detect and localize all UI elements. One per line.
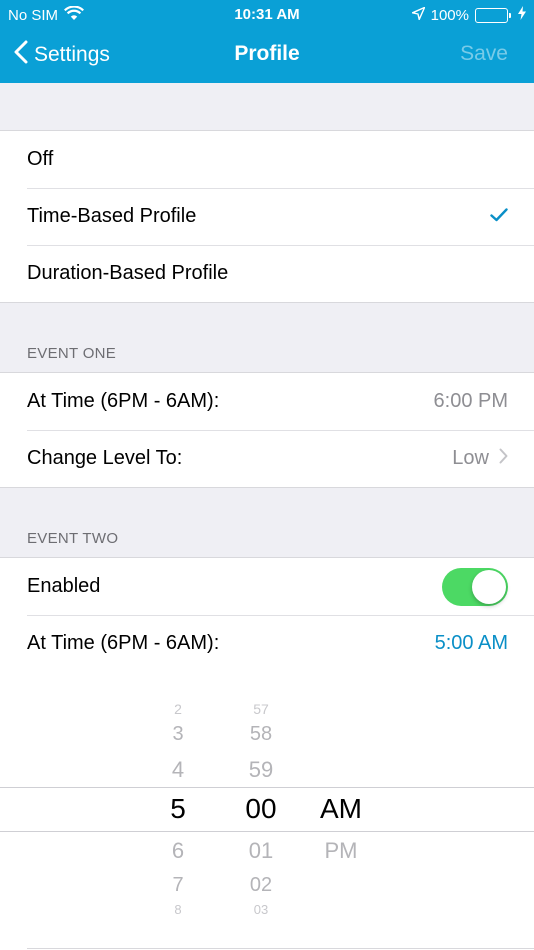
picker-period-selected: AM <box>320 793 362 824</box>
picker-hour-selected: 5 <box>170 793 186 824</box>
chevron-right-icon <box>499 447 508 470</box>
charging-bolt-icon <box>518 6 526 24</box>
at-time-value: 6:00 PM <box>433 390 508 412</box>
time-picker[interactable]: 2 3 4 5 6 7 8 57 58 59 00 01 02 03 AM PM <box>0 671 534 950</box>
event-two-list: Enabled At Time (6PM - 6AM): 5:00 AM <box>0 557 534 672</box>
option-label: Time-Based Profile <box>27 205 197 227</box>
picker-hour: 3 <box>172 723 184 745</box>
page-title: Profile <box>234 42 300 65</box>
navigation-header: No SIM 10:31 AM 100% Settings Profile Sa… <box>0 0 534 83</box>
picker-minute: 58 <box>249 723 273 745</box>
picker-hour: 7 <box>172 874 184 896</box>
event-two-header: EVENT TWO <box>27 530 119 547</box>
change-level-value: Low <box>452 447 489 469</box>
picker-period-column[interactable]: AM PM <box>306 671 376 950</box>
event-one-header: EVENT ONE <box>27 345 117 362</box>
profile-options-list: Off Time-Based Profile Duration-Based Pr… <box>0 130 534 303</box>
at-time-label: At Time (6PM - 6AM): <box>27 390 220 412</box>
picker-minute: 02 <box>249 874 273 896</box>
picker-minute: 03 <box>253 902 269 917</box>
picker-hour: 2 <box>174 701 182 717</box>
picker-hour: 4 <box>171 757 185 782</box>
picker-minute: 01 <box>248 838 274 863</box>
picker-minute: 57 <box>253 701 269 717</box>
enabled-toggle[interactable] <box>442 567 508 606</box>
at-time-label: At Time (6PM - 6AM): <box>27 632 220 654</box>
checkmark-icon <box>490 205 508 228</box>
option-off[interactable]: Off <box>0 131 534 188</box>
picker-hour: 6 <box>171 838 185 863</box>
battery-percent: 100% <box>430 6 469 24</box>
picker-hour-column[interactable]: 2 3 4 5 6 7 8 <box>148 671 208 950</box>
event-one-at-time-row[interactable]: At Time (6PM - 6AM): 6:00 PM <box>0 373 534 430</box>
status-bar: No SIM 10:31 AM 100% <box>0 0 534 30</box>
picker-minute-column[interactable]: 57 58 59 00 01 02 03 <box>226 671 296 950</box>
enabled-row: Enabled <box>0 558 534 615</box>
option-label: Off <box>27 148 54 170</box>
save-button[interactable]: Save <box>460 42 508 66</box>
option-time-based-profile[interactable]: Time-Based Profile <box>0 188 534 245</box>
location-arrow-icon <box>411 6 425 24</box>
event-one-list: At Time (6PM - 6AM): 6:00 PM Change Leve… <box>0 372 534 488</box>
picker-minute: 59 <box>248 757 274 782</box>
enabled-label: Enabled <box>27 575 101 597</box>
at-time-value: 5:00 AM <box>434 632 508 654</box>
change-level-label: Change Level To: <box>27 447 183 469</box>
nav-bar: Settings Profile Save <box>0 30 534 83</box>
picker-hour: 8 <box>174 902 182 917</box>
event-two-at-time-row[interactable]: At Time (6PM - 6AM): 5:00 AM <box>0 615 534 672</box>
picker-period: PM <box>324 838 358 863</box>
option-label: Duration-Based Profile <box>27 262 229 284</box>
battery-icon <box>475 7 511 23</box>
option-duration-based-profile[interactable]: Duration-Based Profile <box>0 245 534 302</box>
change-level-row[interactable]: Change Level To: Low <box>0 430 534 487</box>
picker-minute-selected: 00 <box>245 793 277 824</box>
